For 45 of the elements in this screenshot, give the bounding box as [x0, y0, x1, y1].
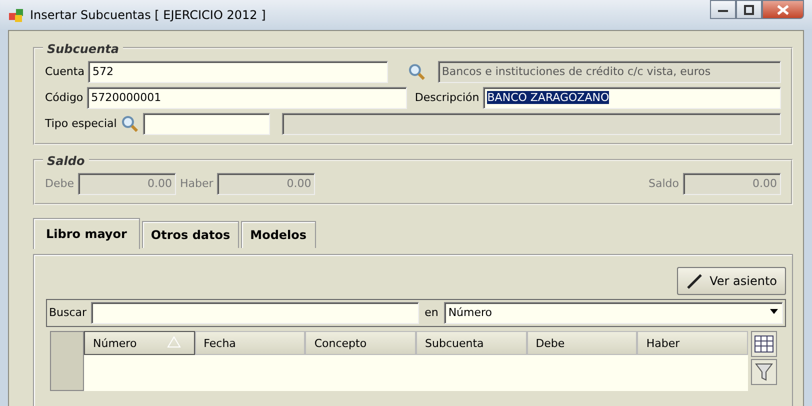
- grid-view-button[interactable]: [751, 331, 777, 357]
- column-header[interactable]: Subcuenta: [416, 331, 527, 355]
- cuenta-field[interactable]: 572: [88, 61, 388, 83]
- tipo-especial-field[interactable]: [142, 113, 270, 135]
- search-icon[interactable]: [120, 115, 139, 133]
- amount-field: 0.00: [78, 173, 176, 195]
- field-label: Debe: [45, 176, 74, 192]
- filter-button[interactable]: [751, 359, 777, 385]
- filter-icon: [755, 362, 773, 382]
- field-label: Buscar: [49, 304, 87, 321]
- maximize-icon: [744, 4, 754, 14]
- minimize-button[interactable]: [710, 0, 736, 19]
- ver-asiento-button[interactable]: Ver asiento: [676, 267, 786, 295]
- sort-ascending-icon: [166, 336, 181, 348]
- field-label: Cuenta: [45, 64, 84, 80]
- field-label: Código: [45, 90, 84, 106]
- tab[interactable]: Otros datos: [142, 221, 240, 248]
- column-header[interactable]: Fecha: [194, 331, 306, 355]
- pen-icon: [686, 272, 704, 290]
- column-header[interactable]: Número: [84, 331, 195, 355]
- amount-field: 0.00: [217, 173, 316, 195]
- app-icon: [8, 7, 24, 23]
- search-icon[interactable]: [408, 63, 426, 81]
- tab[interactable]: Libro mayor: [33, 218, 140, 249]
- amount-field: 0.00: [683, 173, 781, 195]
- column-header[interactable]: Haber: [637, 331, 748, 355]
- row-header-column: [50, 331, 84, 391]
- close-icon: [777, 4, 789, 14]
- tab[interactable]: Modelos: [241, 221, 316, 248]
- close-button[interactable]: [762, 0, 804, 19]
- description-field: Bancos e instituciones de crédito c/c vista, euros: [438, 61, 781, 83]
- column-header[interactable]: Concepto: [305, 331, 416, 355]
- field-label: en: [424, 304, 438, 321]
- codigo-field[interactable]: 5720000001: [87, 87, 407, 109]
- search-column-dropdown[interactable]: Número: [444, 302, 783, 324]
- descripcion-field[interactable]: BANCO ZARAGOZANO: [483, 87, 781, 109]
- column-header[interactable]: Debe: [526, 331, 638, 355]
- field-label: Descripción: [414, 90, 480, 106]
- field-label: Tipo especial: [45, 116, 117, 132]
- search-field[interactable]: [90, 302, 419, 324]
- window-title: Insertar Subcuentas [ EJERCICIO 2012 ]: [30, 7, 266, 24]
- maximize-button[interactable]: [736, 0, 762, 19]
- grid-icon: [754, 335, 774, 353]
- field-label: Haber: [180, 176, 214, 192]
- field-label: Saldo: [648, 176, 679, 192]
